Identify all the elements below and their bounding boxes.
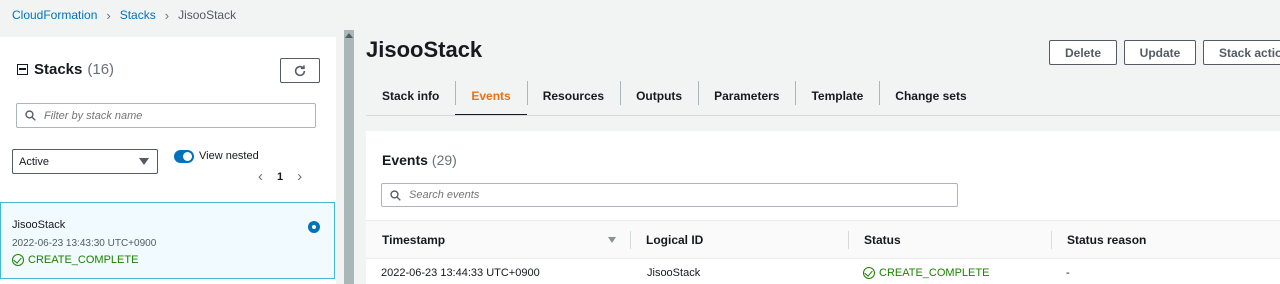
status-filter-value: Active <box>19 155 49 168</box>
page-title: JisooStack <box>366 37 483 62</box>
tab-change-sets[interactable]: Change sets <box>879 76 982 116</box>
check-circle-icon <box>863 267 875 279</box>
delete-button[interactable]: Delete <box>1049 40 1117 65</box>
stack-filter <box>16 103 316 128</box>
chevron-right-icon[interactable]: › <box>297 168 302 185</box>
events-search <box>381 183 958 207</box>
breadcrumb-cloudformation[interactable]: CloudFormation <box>12 8 97 22</box>
tab-parameters[interactable]: Parameters <box>698 76 795 116</box>
tabs-divider <box>366 115 1280 116</box>
stack-item-created: 2022-06-23 13:43:30 UTC+0900 <box>12 238 157 249</box>
refresh-button[interactable] <box>280 58 320 83</box>
column-status[interactable]: Status <box>848 221 1051 258</box>
breadcrumb: CloudFormation › Stacks › JisooStack <box>12 0 236 30</box>
stack-tabs: Stack info Events Resources Outputs Para… <box>366 76 983 116</box>
column-logical-id[interactable]: Logical ID <box>630 221 848 258</box>
stack-actions-button[interactable]: Stack actions <box>1203 40 1280 65</box>
column-status-reason[interactable]: Status reason <box>1051 221 1280 258</box>
column-timestamp[interactable]: Timestamp <box>366 221 630 258</box>
caret-down-icon <box>139 158 149 165</box>
events-search-input[interactable] <box>409 189 929 201</box>
tab-events[interactable]: Events <box>455 76 528 116</box>
event-logical-id: JisooStack <box>647 267 701 279</box>
stack-list-item[interactable]: JisooStack 2022-06-23 13:43:30 UTC+0900 … <box>0 202 335 279</box>
update-button[interactable]: Update <box>1124 40 1196 65</box>
stacks-count: (16) <box>87 61 115 78</box>
stacks-panel: Stacks (16) Active View nested ‹ 1 › Jis… <box>0 37 336 284</box>
stacks-title: Stacks <box>34 61 83 78</box>
sort-caret-icon <box>608 237 616 243</box>
event-status: CREATE_COMPLETE <box>863 267 989 279</box>
search-icon <box>25 110 36 121</box>
breadcrumb-stacks[interactable]: Stacks <box>120 8 156 22</box>
status-filter-select[interactable]: Active <box>12 149 158 174</box>
event-status-text: CREATE_COMPLETE <box>879 267 990 279</box>
pagination: ‹ 1 › <box>258 168 302 185</box>
stacks-heading: Stacks (16) <box>17 61 114 78</box>
chevron-right-icon: › <box>106 7 111 23</box>
page-number[interactable]: 1 <box>277 171 283 183</box>
refresh-icon <box>294 64 306 76</box>
event-status-reason: - <box>1066 267 1070 279</box>
chevron-right-icon: › <box>164 7 170 23</box>
chevron-left-icon[interactable]: ‹ <box>258 168 263 185</box>
tab-template[interactable]: Template <box>795 76 879 116</box>
events-heading: Events (29) <box>382 152 457 168</box>
panel-resize-handle[interactable] <box>344 30 354 284</box>
events-count: (29) <box>431 152 457 168</box>
event-timestamp: 2022-06-23 13:44:33 UTC+0900 <box>381 267 540 279</box>
collapse-icon[interactable] <box>17 64 28 75</box>
breadcrumb-current: JisooStack <box>178 8 237 22</box>
events-card: Events(29) Timestamp Logical ID Status S… <box>366 131 1280 284</box>
stack-filter-input[interactable] <box>44 109 294 122</box>
radio-selected-icon[interactable] <box>308 221 320 233</box>
tab-stack-info[interactable]: Stack info <box>366 76 455 116</box>
tab-outputs[interactable]: Outputs <box>620 76 698 116</box>
tab-resources[interactable]: Resources <box>526 76 620 116</box>
check-circle-icon <box>12 254 24 266</box>
column-timestamp-label: Timestamp <box>382 232 446 247</box>
collapse-arrow-icon <box>345 33 353 38</box>
stack-item-name: JisooStack <box>12 219 66 231</box>
view-nested-toggle[interactable] <box>174 150 194 163</box>
view-nested-label: View nested <box>199 150 259 162</box>
stack-item-status: CREATE_COMPLETE <box>12 254 138 266</box>
events-table-header: Timestamp Logical ID Status Status reaso… <box>366 220 1280 259</box>
search-icon <box>390 189 401 201</box>
events-title: Events <box>382 152 428 168</box>
stack-item-status-text: CREATE_COMPLETE <box>28 254 139 266</box>
